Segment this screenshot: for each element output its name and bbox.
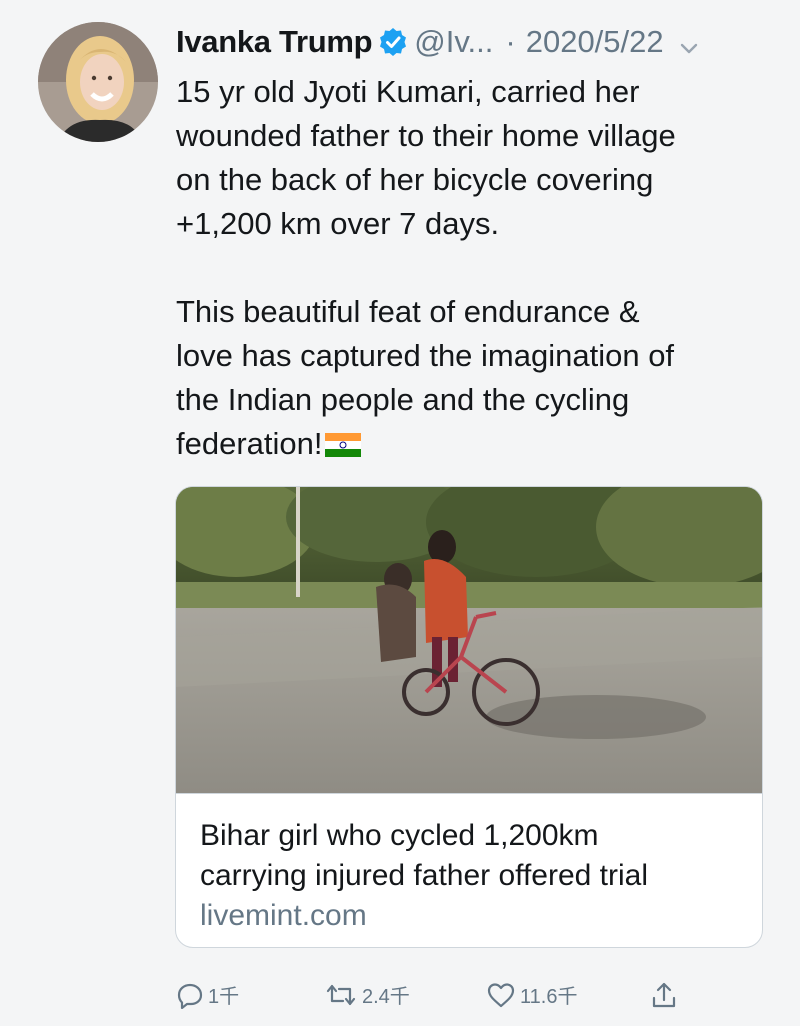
tweet-paragraph-1: 15 yr old Jyoti Kumari, carried her woun… [176,74,676,241]
card-domain[interactable]: livemint.com [200,896,740,936]
like-button[interactable]: 11.6千 [486,980,577,1009]
tweet-header: Ivanka Trump @Iv... · 2020/5/22 [176,20,776,64]
reply-count: 1千 [208,986,240,1008]
verified-badge-icon [378,27,408,57]
share-icon [650,980,678,1010]
header-separator: · [505,24,516,59]
heart-icon [486,981,516,1009]
retweet-count: 2.4千 [362,986,410,1008]
tweet-paragraph-2-text: This beautiful feat of endurance & love … [176,294,675,461]
like-count: 11.6千 [520,986,578,1008]
action-bar: 1千 2.4千 11.6千 [176,982,716,1026]
card-title[interactable]: Bihar girl who cycled 1,200km carrying i… [200,816,740,896]
retweet-icon [324,981,358,1009]
tweet-date[interactable]: 2020/5/22 [526,24,664,60]
tweet-text: 15 yr old Jyoti Kumari, carried her woun… [176,70,766,466]
author-name[interactable]: Ivanka Trump [176,24,373,60]
author-handle[interactable]: @Iv... [414,24,493,60]
share-button[interactable] [650,980,678,1010]
tweet-paragraph-2: This beautiful feat of endurance & love … [176,290,766,466]
avatar[interactable] [38,22,158,142]
avatar-image [38,22,158,142]
retweet-button[interactable]: 2.4千 [324,980,410,1009]
card-image[interactable] [176,487,762,793]
tweet[interactable]: Ivanka Trump @Iv... · 2020/5/22 15 yr ol… [0,0,800,1014]
link-card[interactable]: Bihar girl who cycled 1,200km carrying i… [175,486,763,948]
india-flag-icon [324,425,361,457]
reply-button[interactable]: 1千 [176,980,239,1009]
reply-icon [176,981,204,1009]
card-body: Bihar girl who cycled 1,200km carrying i… [176,793,762,936]
chevron-down-icon[interactable] [678,31,700,54]
